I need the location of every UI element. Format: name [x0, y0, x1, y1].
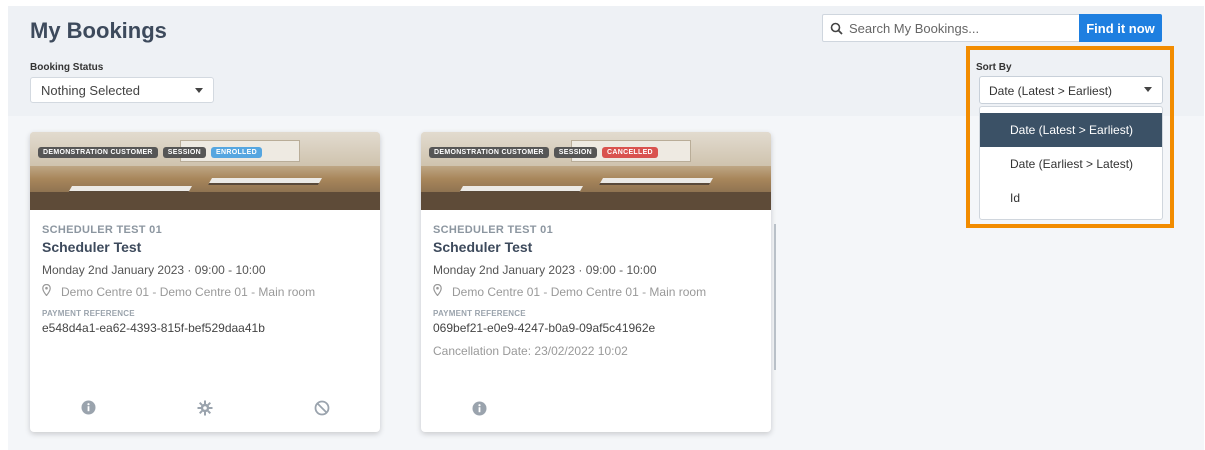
tag-list: DEMONSTRATION CUSTOMER SESSION ENROLLED	[38, 147, 262, 158]
info-button[interactable]	[421, 401, 538, 416]
customer-tag: DEMONSTRATION CUSTOMER	[38, 147, 158, 158]
cancel-icon	[314, 400, 329, 416]
customer-tag: DEMONSTRATION CUSTOMER	[429, 147, 549, 158]
course-code: SCHEDULER TEST 01	[433, 224, 554, 236]
page-title: My Bookings	[30, 18, 167, 43]
classroom-image: DEMONSTRATION CUSTOMER SESSION CANCELLED	[421, 132, 771, 210]
booking-card[interactable]: DEMONSTRATION CUSTOMER SESSION ENROLLED …	[30, 132, 380, 432]
info-icon	[472, 401, 487, 416]
booking-datetime: Monday 2nd January 2023 · 09:00 - 10:00	[42, 263, 266, 277]
search-icon	[823, 22, 849, 35]
location-pin-icon	[42, 283, 51, 299]
info-icon	[81, 400, 96, 415]
info-button[interactable]	[30, 400, 147, 416]
booking-status-value: Nothing Selected	[41, 83, 141, 98]
scrollbar[interactable]	[774, 224, 776, 370]
payment-reference: 069bef21-e0e9-4247-b0a9-09af5c41962e	[433, 321, 656, 335]
chevron-down-icon	[195, 88, 203, 93]
location-line: Demo Centre 01 - Demo Centre 01 - Main r…	[42, 283, 368, 299]
cancellation-date: Cancellation Date: 23/02/2022 10:02	[433, 344, 628, 358]
card-actions	[421, 401, 771, 416]
chevron-down-icon	[1144, 87, 1152, 92]
gear-icon	[197, 400, 213, 416]
page: My Bookings Find it now Booking Status N…	[8, 6, 1204, 450]
card-actions	[30, 400, 380, 416]
find-it-now-button[interactable]: Find it now	[1079, 14, 1162, 42]
course-name: Scheduler Test	[433, 239, 533, 255]
location-text: Demo Centre 01 - Demo Centre 01 - Main r…	[61, 284, 316, 299]
location-pin-icon	[433, 283, 442, 299]
sort-by-value: Date (Latest > Earliest)	[989, 84, 1113, 98]
booking-status-label: Booking Status	[30, 62, 104, 73]
classroom-image: DEMONSTRATION CUSTOMER SESSION ENROLLED	[30, 132, 380, 210]
sort-by-select[interactable]: Date (Latest > Earliest)	[979, 76, 1163, 104]
sort-option-date-latest[interactable]: Date (Latest > Earliest)	[980, 113, 1162, 147]
search-box[interactable]	[822, 14, 1080, 42]
location-text: Demo Centre 01 - Demo Centre 01 - Main r…	[452, 284, 707, 299]
status-badge: ENROLLED	[211, 147, 262, 158]
sort-option-date-earliest[interactable]: Date (Earliest > Latest)	[980, 147, 1162, 181]
tag-list: DEMONSTRATION CUSTOMER SESSION CANCELLED	[429, 147, 658, 158]
cancel-booking-button[interactable]	[263, 400, 380, 416]
payment-reference: e548d4a1-ea62-4393-815f-bef529daa41b	[42, 321, 265, 335]
status-badge: CANCELLED	[602, 147, 658, 158]
sort-by-menu: Date (Latest > Earliest) Date (Earliest …	[979, 106, 1163, 220]
session-tag: SESSION	[162, 147, 207, 158]
booking-status-select[interactable]: Nothing Selected	[30, 77, 214, 103]
settings-button[interactable]	[147, 400, 264, 416]
course-code: SCHEDULER TEST 01	[42, 224, 163, 236]
booking-datetime: Monday 2nd January 2023 · 09:00 - 10:00	[433, 263, 657, 277]
sort-by-label: Sort By	[976, 62, 1012, 73]
search-input[interactable]	[849, 20, 1069, 36]
session-tag: SESSION	[553, 147, 598, 158]
booking-card[interactable]: DEMONSTRATION CUSTOMER SESSION CANCELLED…	[421, 132, 771, 432]
sort-option-id[interactable]: Id	[980, 181, 1162, 215]
location-line: Demo Centre 01 - Demo Centre 01 - Main r…	[433, 283, 759, 299]
payment-reference-label: PAYMENT REFERENCE	[42, 309, 135, 318]
payment-reference-label: PAYMENT REFERENCE	[433, 309, 526, 318]
course-name: Scheduler Test	[42, 239, 142, 255]
